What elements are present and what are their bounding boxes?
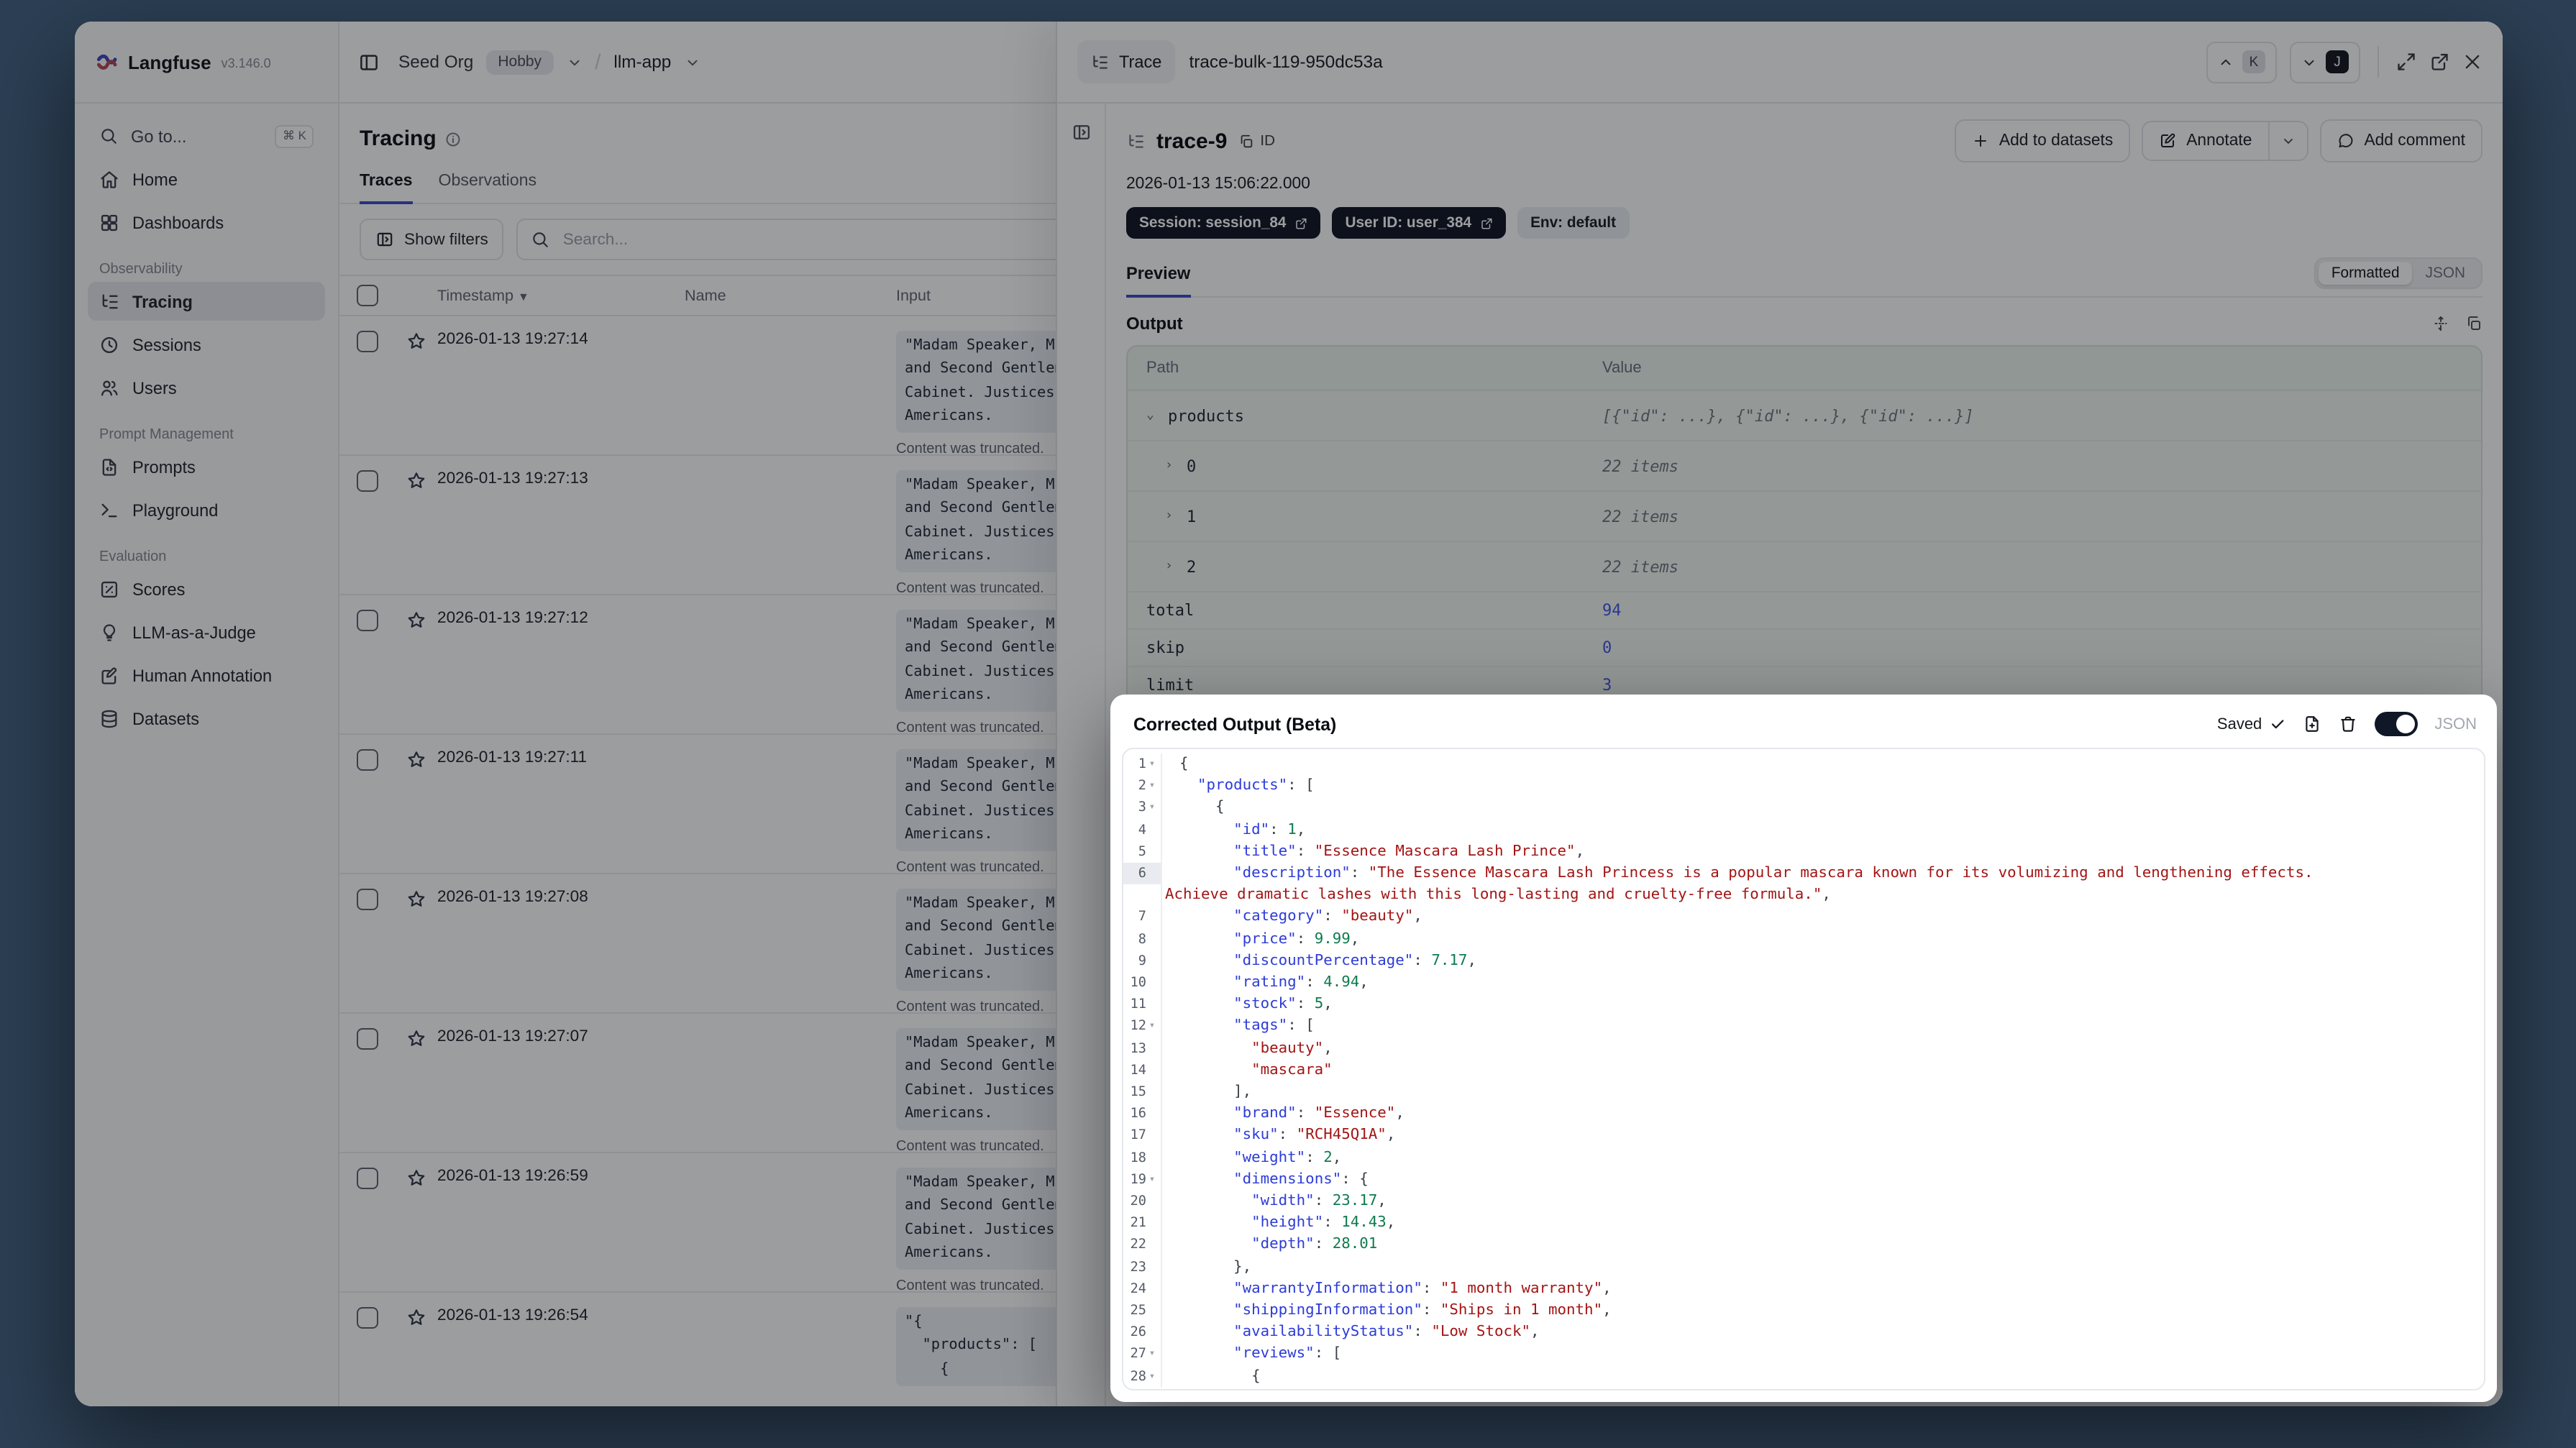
- dialog-title: Corrected Output (Beta): [1133, 714, 1337, 734]
- code-line: 8 "price": 9.99,: [1123, 928, 2484, 950]
- code-line: 14 "mascara": [1123, 1059, 2484, 1082]
- line-number-gutter: 22: [1123, 1234, 1162, 1257]
- code-line: 22 "depth": 28.01: [1123, 1234, 2484, 1257]
- line-number-gutter: 10: [1123, 972, 1162, 994]
- fold-chevron-icon[interactable]: ▾: [1146, 775, 1158, 797]
- line-number-gutter: 7: [1123, 906, 1162, 929]
- saved-label: Saved: [2216, 715, 2262, 733]
- code-line: 13 "beauty",: [1123, 1037, 2484, 1060]
- json-code-editor[interactable]: 1 ▾{2 ▾ "products": [3 ▾ {4 "id": 1, 5 "titl…: [1122, 748, 2485, 1390]
- saved-status: Saved: [2217, 715, 2285, 733]
- line-number-gutter: [1123, 884, 1162, 907]
- file-plus-icon[interactable]: [2302, 715, 2321, 733]
- code-line: 19 ▾ "dimensions": {: [1123, 1168, 2484, 1191]
- code-line: 1 ▾{: [1123, 753, 2484, 776]
- line-number-gutter: 13: [1123, 1037, 1162, 1060]
- fold-chevron-icon[interactable]: ▾: [1146, 1344, 1158, 1365]
- fold-chevron-icon[interactable]: ▾: [1146, 797, 1158, 819]
- code-line: 2 ▾ "products": [: [1123, 775, 2484, 797]
- app-window: Langfuse v3.146.0 Go to... ⌘ K Home Dashb…: [75, 22, 2503, 1406]
- line-number-gutter: 20: [1123, 1191, 1162, 1213]
- line-number-gutter: 12 ▾: [1123, 1015, 1162, 1038]
- code-line: 3 ▾ {: [1123, 797, 2484, 820]
- code-line: 18 "weight": 2,: [1123, 1147, 2484, 1169]
- code-line: 4 "id": 1,: [1123, 819, 2484, 841]
- code-line: 17 "sku": "RCH45Q1A",: [1123, 1124, 2484, 1147]
- trash-icon[interactable]: [2338, 715, 2357, 733]
- check-icon: [2269, 716, 2285, 732]
- code-line: 21 "height": 14.43,: [1123, 1212, 2484, 1234]
- line-number-gutter: 24: [1123, 1278, 1162, 1301]
- line-number-gutter: 6: [1123, 863, 1162, 885]
- json-toggle-label: JSON: [2434, 715, 2477, 733]
- code-line: 24 "warrantyInformation": "1 month warra…: [1123, 1278, 2484, 1301]
- code-line: 11 "stock": 5,: [1123, 994, 2484, 1016]
- line-number-gutter: 11: [1123, 994, 1162, 1016]
- corrected-output-dialog: Corrected Output (Beta) Saved JSON 1 ▾{2 ▾…: [1110, 695, 2497, 1402]
- line-number-gutter: 23: [1123, 1256, 1162, 1278]
- code-line: 16 "brand": "Essence",: [1123, 1103, 2484, 1125]
- code-line: 27 ▾ "reviews": [: [1123, 1343, 2484, 1366]
- code-line: 7 "category": "beauty",: [1123, 906, 2484, 929]
- line-number-gutter: 18: [1123, 1147, 1162, 1169]
- code-line: 12 ▾ "tags": [: [1123, 1015, 2484, 1038]
- code-line: 20 "width": 23.17,: [1123, 1191, 2484, 1213]
- line-number-gutter: 9: [1123, 950, 1162, 973]
- code-line: 25 "shippingInformation": "Ships in 1 mo…: [1123, 1300, 2484, 1322]
- line-number-gutter: 5: [1123, 840, 1162, 863]
- line-number-gutter: 16: [1123, 1103, 1162, 1125]
- line-number-gutter: 4: [1123, 819, 1162, 841]
- code-line: 23 },: [1123, 1256, 2484, 1278]
- line-number-gutter: 28 ▾: [1123, 1365, 1162, 1388]
- line-number-gutter: 2 ▾: [1123, 775, 1162, 797]
- fold-chevron-icon[interactable]: ▾: [1146, 753, 1158, 775]
- line-number-gutter: 21: [1123, 1212, 1162, 1234]
- line-number-gutter: 14: [1123, 1059, 1162, 1082]
- line-number-gutter: 1 ▾: [1123, 753, 1162, 776]
- line-number-gutter: 26: [1123, 1321, 1162, 1344]
- code-line: 6 "description": "The Essence Mascara La…: [1123, 863, 2484, 885]
- code-line: 5 "title": "Essence Mascara Lash Prince"…: [1123, 840, 2484, 863]
- fold-chevron-icon[interactable]: ▾: [1146, 1016, 1158, 1037]
- code-line: 9 "discountPercentage": 7.17,: [1123, 950, 2484, 973]
- code-line: Achieve dramatic lashes with this long-l…: [1123, 884, 2484, 907]
- line-number-gutter: 27 ▾: [1123, 1343, 1162, 1366]
- line-number-gutter: 25: [1123, 1300, 1162, 1322]
- code-line: 26 "availabilityStatus": "Low Stock",: [1123, 1321, 2484, 1344]
- fold-chevron-icon[interactable]: ▾: [1146, 1169, 1158, 1191]
- line-number-gutter: 17: [1123, 1124, 1162, 1147]
- json-toggle[interactable]: [2374, 712, 2418, 736]
- line-number-gutter: 8: [1123, 928, 1162, 950]
- code-line: 28 ▾ {: [1123, 1365, 2484, 1388]
- line-number-gutter: 3 ▾: [1123, 797, 1162, 820]
- line-number-gutter: 19 ▾: [1123, 1168, 1162, 1191]
- code-line: 10 "rating": 4.94,: [1123, 972, 2484, 994]
- desktop-background: Langfuse v3.146.0 Go to... ⌘ K Home Dashb…: [0, 0, 2576, 1448]
- code-line: 15 ],: [1123, 1081, 2484, 1104]
- line-number-gutter: 15: [1123, 1081, 1162, 1104]
- fold-chevron-icon[interactable]: ▾: [1146, 1365, 1158, 1387]
